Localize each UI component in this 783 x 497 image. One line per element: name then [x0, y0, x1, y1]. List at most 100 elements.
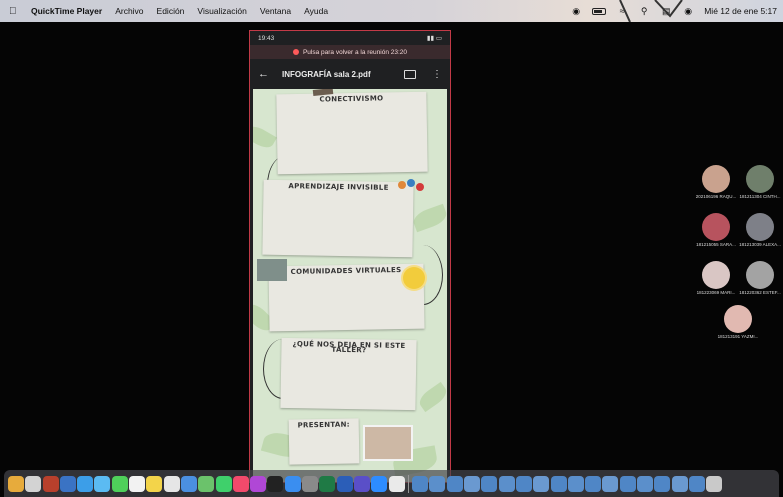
- phone-time: 19:43: [258, 34, 275, 42]
- back-arrow-icon[interactable]: ←: [258, 68, 274, 80]
- window-thumbnail[interactable]: [602, 475, 619, 492]
- window-thumbnail[interactable]: [464, 475, 481, 492]
- window-thumbnail[interactable]: [515, 475, 532, 492]
- app-icon[interactable]: [77, 475, 94, 492]
- participant-tile[interactable]: 181211304 CINTH...: [738, 165, 782, 199]
- participant-name: 181211304 CINTH...: [739, 194, 781, 199]
- participant-name: 181220362 ESTEF...: [739, 290, 781, 295]
- window-thumbnail[interactable]: [429, 475, 446, 492]
- window-thumbnail[interactable]: [654, 475, 671, 492]
- participant-name: 181213191 YAZMI...: [717, 334, 759, 339]
- avatar: [702, 213, 730, 241]
- app-menu[interactable]: QuickTime Player: [31, 6, 102, 16]
- record-dot-icon: [292, 49, 299, 55]
- menu-archivo[interactable]: Archivo: [115, 6, 143, 16]
- window-thumbnail[interactable]: [446, 475, 463, 492]
- window-thumbnail[interactable]: [619, 475, 636, 492]
- dock: [4, 470, 779, 497]
- app-icon[interactable]: [180, 475, 197, 492]
- notes-icon[interactable]: [146, 475, 163, 492]
- participant-name: 181215055 SARA...: [696, 242, 736, 247]
- tv-icon[interactable]: [267, 475, 284, 492]
- window-thumbnail[interactable]: [533, 475, 550, 492]
- system-preferences-icon[interactable]: [302, 475, 319, 492]
- section-card-presentan: PRESENTAN:: [288, 418, 360, 465]
- section-title: APRENDIZAJE INVISIBLE: [288, 182, 389, 192]
- section-card-aprendizaje-invisible: APRENDIZAJE INVISIBLE: [262, 179, 414, 258]
- window-thumbnail[interactable]: [636, 475, 653, 492]
- zoom-icon[interactable]: [371, 475, 388, 492]
- participant-tile[interactable]: 181220362 ESTEF...: [738, 261, 782, 295]
- section-title: PRESENTAN:: [297, 420, 350, 430]
- leaf-decoration: [410, 203, 447, 233]
- control-center-icon[interactable]: ▤: [660, 5, 672, 17]
- avatar: [702, 165, 730, 193]
- leaf-decoration: [253, 122, 277, 152]
- more-options-icon[interactable]: ⋮: [432, 69, 442, 80]
- menu-visualizacion[interactable]: Visualización: [197, 6, 246, 16]
- leaf-decoration: [416, 381, 447, 413]
- safari-icon[interactable]: [59, 475, 76, 492]
- group-photo: [363, 425, 413, 461]
- messages-icon[interactable]: [215, 475, 232, 492]
- record-icon[interactable]: ◉: [570, 5, 582, 17]
- word-icon[interactable]: [336, 475, 353, 492]
- window-thumbnail[interactable]: [585, 475, 602, 492]
- finder-icon[interactable]: [8, 475, 24, 492]
- teams-icon[interactable]: [353, 475, 370, 492]
- excel-icon[interactable]: [319, 475, 336, 492]
- window-thumbnail[interactable]: [567, 475, 584, 492]
- search-icon[interactable]: ⚲: [638, 5, 650, 17]
- wifi-icon[interactable]: ≈: [616, 5, 628, 17]
- participant-tile[interactable]: 181213039 ALEXA...: [738, 213, 782, 247]
- photo-decoration: [257, 259, 287, 281]
- window-thumbnail[interactable]: [671, 475, 688, 492]
- return-to-meeting-banner[interactable]: Pulsa para volver a la reunión 23:20: [250, 45, 450, 59]
- window-thumbnail[interactable]: [550, 475, 567, 492]
- present-icon[interactable]: [404, 69, 416, 79]
- apple-icon[interactable]: : [9, 6, 23, 17]
- window-thumbnail[interactable]: [498, 475, 515, 492]
- reminders-icon[interactable]: [163, 475, 180, 492]
- chrome-icon[interactable]: [388, 475, 405, 492]
- sun-decoration: [403, 267, 425, 289]
- section-card-conectivismo: CONECTIVISMO: [276, 91, 428, 175]
- avatar: [746, 213, 774, 241]
- dock-separator: [407, 474, 409, 493]
- menu-bar:  QuickTime Player Archivo Edición Visua…: [0, 0, 783, 22]
- participant-tile[interactable]: 181215055 SARA...: [694, 213, 738, 247]
- launchpad-icon[interactable]: [25, 475, 42, 492]
- section-title: ¿QUÉ NOS DEJA EN SI ESTE TALLER?: [292, 340, 406, 355]
- facetime-icon[interactable]: [111, 475, 128, 492]
- podcasts-icon[interactable]: [250, 475, 267, 492]
- section-card-comunidades-virtuales: COMUNIDADES VIRTUALES: [268, 263, 425, 332]
- avatar: [724, 305, 752, 333]
- participant-name: 202106196 RAQU...: [695, 194, 737, 199]
- phone-status-bar: 19:43 ▮▮ ▭: [250, 31, 450, 45]
- music-icon[interactable]: [232, 475, 249, 492]
- colored-dots-decoration: [398, 179, 428, 193]
- calendar-icon[interactable]: [129, 475, 146, 492]
- menu-ventana[interactable]: Ventana: [260, 6, 291, 16]
- window-thumbnail[interactable]: [481, 475, 498, 492]
- pdf-page[interactable]: CONECTIVISMO APRENDIZAJE INVISIBLE COMUN…: [253, 89, 447, 482]
- window-thumbnail[interactable]: [412, 475, 429, 492]
- datetime[interactable]: Mié 12 de ene 5:17: [704, 6, 777, 16]
- photos-icon[interactable]: [198, 475, 215, 492]
- window-thumbnail[interactable]: [688, 475, 705, 492]
- app-store-icon[interactable]: [284, 475, 301, 492]
- avatar: [746, 165, 774, 193]
- trash-icon[interactable]: [706, 475, 723, 492]
- battery-icon[interactable]: [592, 7, 607, 15]
- menu-ayuda[interactable]: Ayuda: [304, 6, 328, 16]
- mail-icon[interactable]: [94, 475, 111, 492]
- participant-tile[interactable]: 181213191 YAZMI...: [716, 305, 760, 339]
- section-title: COMUNIDADES VIRTUALES: [290, 266, 402, 276]
- app-icon[interactable]: [42, 475, 59, 492]
- siri-icon[interactable]: ◉: [682, 5, 694, 17]
- doc-title: INFOGRAFÍA sala 2.pdf: [282, 69, 371, 79]
- participant-tile[interactable]: 202106196 RAQU...: [694, 165, 738, 199]
- menu-edicion[interactable]: Edición: [157, 6, 185, 16]
- participant-tile[interactable]: 181223069 MARI...: [694, 261, 738, 295]
- return-banner-text: Pulsa para volver a la reunión 23:20: [302, 48, 408, 56]
